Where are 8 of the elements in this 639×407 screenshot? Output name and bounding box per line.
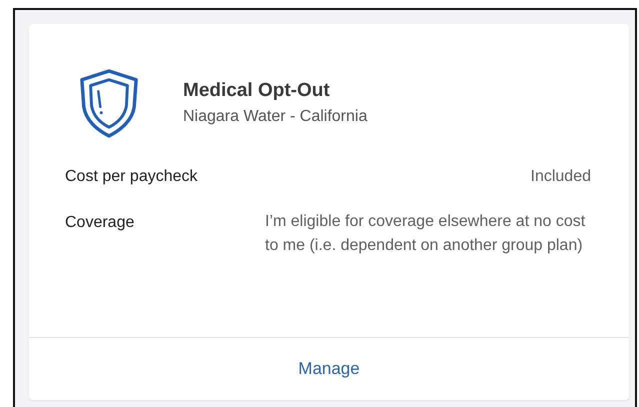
plan-subtitle: Niagara Water - California	[183, 108, 368, 126]
shield-icon	[78, 68, 140, 138]
detail-label: Cost per paycheck	[65, 168, 198, 186]
detail-value: Included	[530, 168, 591, 186]
manage-link[interactable]: Manage	[298, 359, 360, 379]
detail-label: Coverage	[65, 214, 136, 233]
plan-title: Medical Opt-Out	[183, 80, 331, 102]
detail-value: I’m eligible for coverage elsewhere at no cost to me (i.e. dependent on another group plan)	[265, 212, 586, 256]
